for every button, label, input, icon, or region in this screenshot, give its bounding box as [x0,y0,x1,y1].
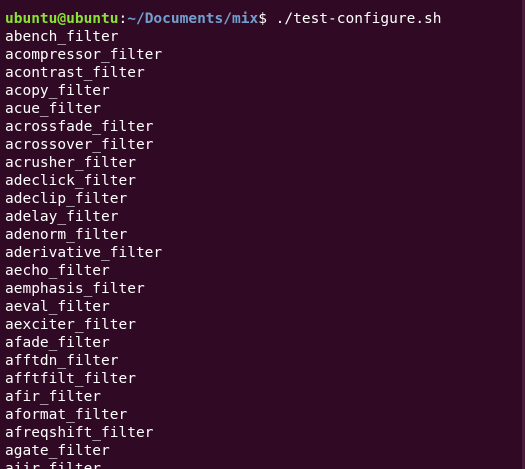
prompt-line: ubuntu@ubuntu:~/Documents/mix$ ./test-co… [5,10,525,28]
output-line: aderivative_filter [5,245,163,261]
output-line: afir_filter [5,389,102,405]
output-line: aiir_filter [5,461,102,469]
output-line: adeclip_filter [5,191,128,207]
prompt-path: ~/Documents/mix [127,11,259,27]
output-line: afftdn_filter [5,353,119,369]
prompt-command: ./test-configure.sh [275,11,442,27]
output-line: acompressor_filter [5,47,163,63]
terminal-window[interactable]: ubuntu@ubuntu:~/Documents/mix$ ./test-co… [0,0,525,469]
output-line: adenorm_filter [5,227,128,243]
output-line: aemphasis_filter [5,281,145,297]
output-line: aformat_filter [5,407,128,423]
output-line: adeclick_filter [5,173,136,189]
output-line: acrossover_filter [5,137,154,153]
output-line: aeval_filter [5,299,110,315]
output-line: afftfilt_filter [5,371,136,387]
prompt-symbol: $ [258,11,276,27]
output-line: aexciter_filter [5,317,136,333]
output-line: acontrast_filter [5,65,145,81]
output-line: acopy_filter [5,83,110,99]
output-line: agate_filter [5,443,110,459]
prompt-user-host: ubuntu@ubuntu [5,11,119,27]
output-line: abench_filter [5,29,119,45]
output-line: adelay_filter [5,209,119,225]
output-line: acue_filter [5,101,102,117]
output-line: afreqshift_filter [5,425,154,441]
prompt-separator: : [118,11,128,27]
output-line: acrossfade_filter [5,119,154,135]
output-line: aecho_filter [5,263,110,279]
terminal-output: abench_filter acompressor_filter acontrast… [5,28,525,469]
output-line: acrusher_filter [5,155,136,171]
output-line: afade_filter [5,335,110,351]
